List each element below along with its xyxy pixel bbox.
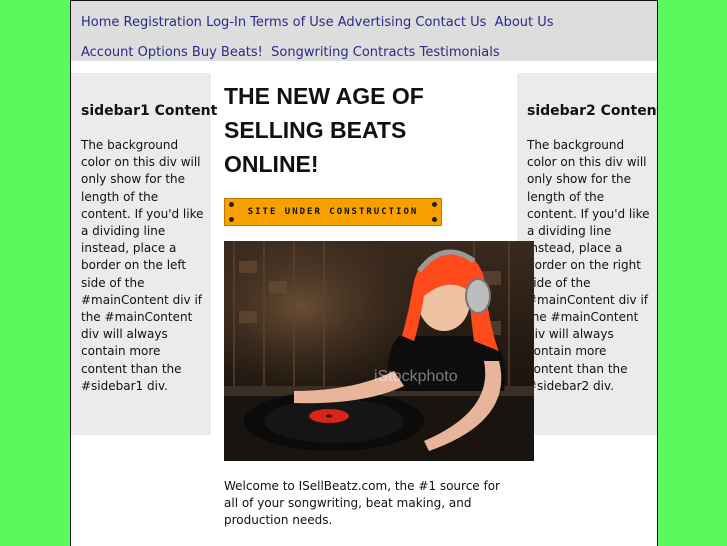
bolt-icon <box>229 217 234 222</box>
nav-link-log-in[interactable]: Log-In <box>206 15 246 30</box>
sidebar1-title: sidebar1 Content <box>81 103 218 119</box>
nav-link-home[interactable]: Home <box>81 15 119 30</box>
page-title: THE NEW AGE OF SELLING BEATS ONLINE! <box>224 83 424 177</box>
sidebar1-body: The background color on this div will on… <box>81 138 204 393</box>
nav-link-songwriting-contracts[interactable]: Songwriting Contracts <box>271 45 415 60</box>
nav-link-terms-of-use[interactable]: Terms of Use <box>250 15 333 30</box>
nav-link-advertising[interactable]: Advertising <box>338 15 412 30</box>
nav-link-registration[interactable]: Registration <box>124 15 202 30</box>
sidebar2-title: sidebar2 Content <box>527 103 658 119</box>
bolt-icon <box>432 217 437 222</box>
nav-link-contact-us[interactable]: Contact Us <box>415 15 486 30</box>
page-container: Home Registration Log-In Terms of Use Ad… <box>70 0 658 546</box>
nav-link-about-us[interactable]: About Us <box>495 15 554 30</box>
under-construction-banner: SITE UNDER CONSTRUCTION <box>224 198 442 226</box>
left-sidebar: sidebar1 Content The background color on… <box>71 73 217 435</box>
nav-link-account-options[interactable]: Account Options <box>81 45 188 60</box>
nav-row-1: Home Registration Log-In Terms of Use Ad… <box>81 15 554 30</box>
dj-photo: iStockphoto <box>224 241 534 461</box>
construction-label: SITE UNDER CONSTRUCTION <box>247 207 419 217</box>
top-navigation: Home Registration Log-In Terms of Use Ad… <box>71 1 657 61</box>
bolt-icon <box>432 202 437 207</box>
welcome-text: Welcome to ISellBeatz.com, the #1 source… <box>224 479 500 528</box>
nav-row-2: Account Options Buy Beats! Songwriting C… <box>81 45 500 60</box>
photo-watermark: iStockphoto <box>374 368 458 385</box>
right-sidebar: sidebar2 Content The background color on… <box>517 73 657 435</box>
nav-link-buy-beats[interactable]: Buy Beats! <box>192 45 263 60</box>
sidebar2-body: The background color on this div will on… <box>527 138 650 393</box>
bolt-icon <box>229 202 234 207</box>
nav-link-testimonials[interactable]: Testimonials <box>420 45 500 60</box>
